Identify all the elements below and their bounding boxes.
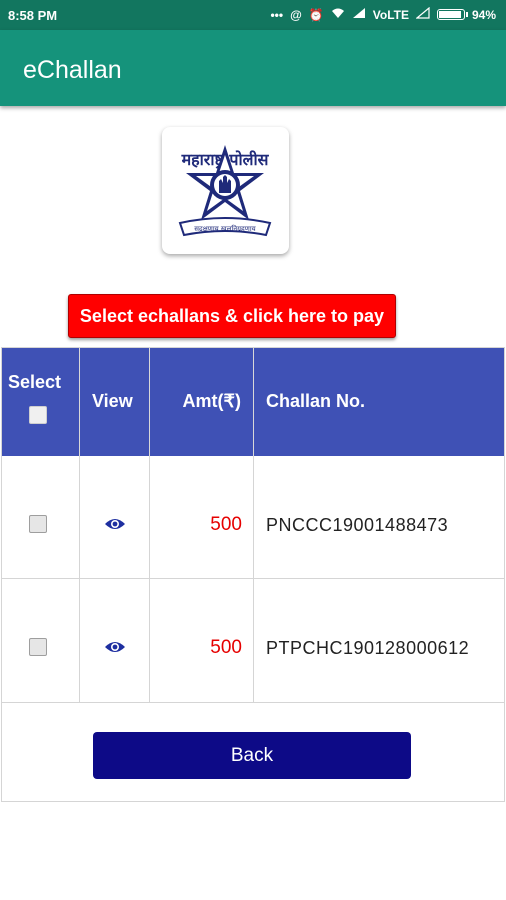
cell-view	[80, 579, 150, 702]
logo-text-bottom: सद्रक्षणाय खलनिग्रहणाय	[194, 224, 256, 233]
amount-value: 500	[210, 637, 242, 658]
status-bar: 8:58 PM ••• @ ⏰ VoLTE 94%	[0, 0, 506, 30]
police-logo: महाराष्ट्र पोलीस सद्रक्षणाय खलनिग्रहणाय	[162, 127, 289, 254]
header-challan-label: Challan No.	[266, 391, 366, 411]
signal-icon-secondary	[415, 6, 430, 22]
cell-challan-no: PTPCHC190128000612	[254, 579, 504, 702]
app-bar: eChallan	[0, 30, 506, 106]
status-time: 8:58 PM	[8, 8, 58, 23]
network-type-label: VoLTE	[372, 7, 409, 22]
view-eye-icon[interactable]	[104, 517, 126, 531]
at-sign-icon: @	[290, 7, 302, 22]
challan-number: PNCCC19001488473	[266, 515, 449, 535]
header-view-label: View	[92, 391, 133, 411]
more-dots-icon: •••	[270, 7, 284, 22]
header-challan-no: Challan No.	[254, 348, 504, 456]
table-header: Select View Amt(₹) Challan No.	[2, 348, 504, 456]
amount-value: 500	[210, 514, 242, 535]
row-checkbox[interactable]	[29, 638, 47, 656]
battery-icon	[436, 9, 468, 20]
signal-icon	[352, 7, 366, 22]
cell-select	[2, 456, 80, 578]
cell-view	[80, 456, 150, 578]
table-row: 500 PTPCHC190128000612	[2, 579, 504, 703]
challan-number: PTPCHC190128000612	[266, 638, 470, 658]
police-star-emblem: महाराष्ट्र पोलीस सद्रक्षणाय खलनिग्रहणाय	[178, 145, 272, 237]
status-icons: ••• @ ⏰ VoLTE 94%	[270, 6, 496, 22]
header-select: Select	[2, 348, 80, 456]
pay-selected-button[interactable]: Select echallans & click here to pay	[68, 294, 396, 338]
row-checkbox[interactable]	[29, 515, 47, 533]
cell-select	[2, 579, 80, 702]
cell-amount: 500	[150, 579, 254, 702]
app-title: eChallan	[23, 56, 122, 84]
header-view: View	[80, 348, 150, 456]
back-button[interactable]: Back	[93, 732, 411, 779]
view-eye-icon[interactable]	[104, 640, 126, 654]
wifi-icon	[331, 7, 345, 22]
header-select-label: Select	[8, 372, 62, 392]
cell-amount: 500	[150, 456, 254, 578]
battery-percent: 94%	[471, 7, 496, 22]
cell-challan-no: PNCCC19001488473	[254, 456, 504, 578]
table-row: 500 PNCCC19001488473	[2, 456, 504, 579]
header-amount-label: Amt(₹)	[182, 391, 241, 411]
select-all-checkbox[interactable]	[29, 406, 47, 424]
alarm-icon: ⏰	[308, 7, 324, 22]
header-amount: Amt(₹)	[150, 348, 254, 456]
